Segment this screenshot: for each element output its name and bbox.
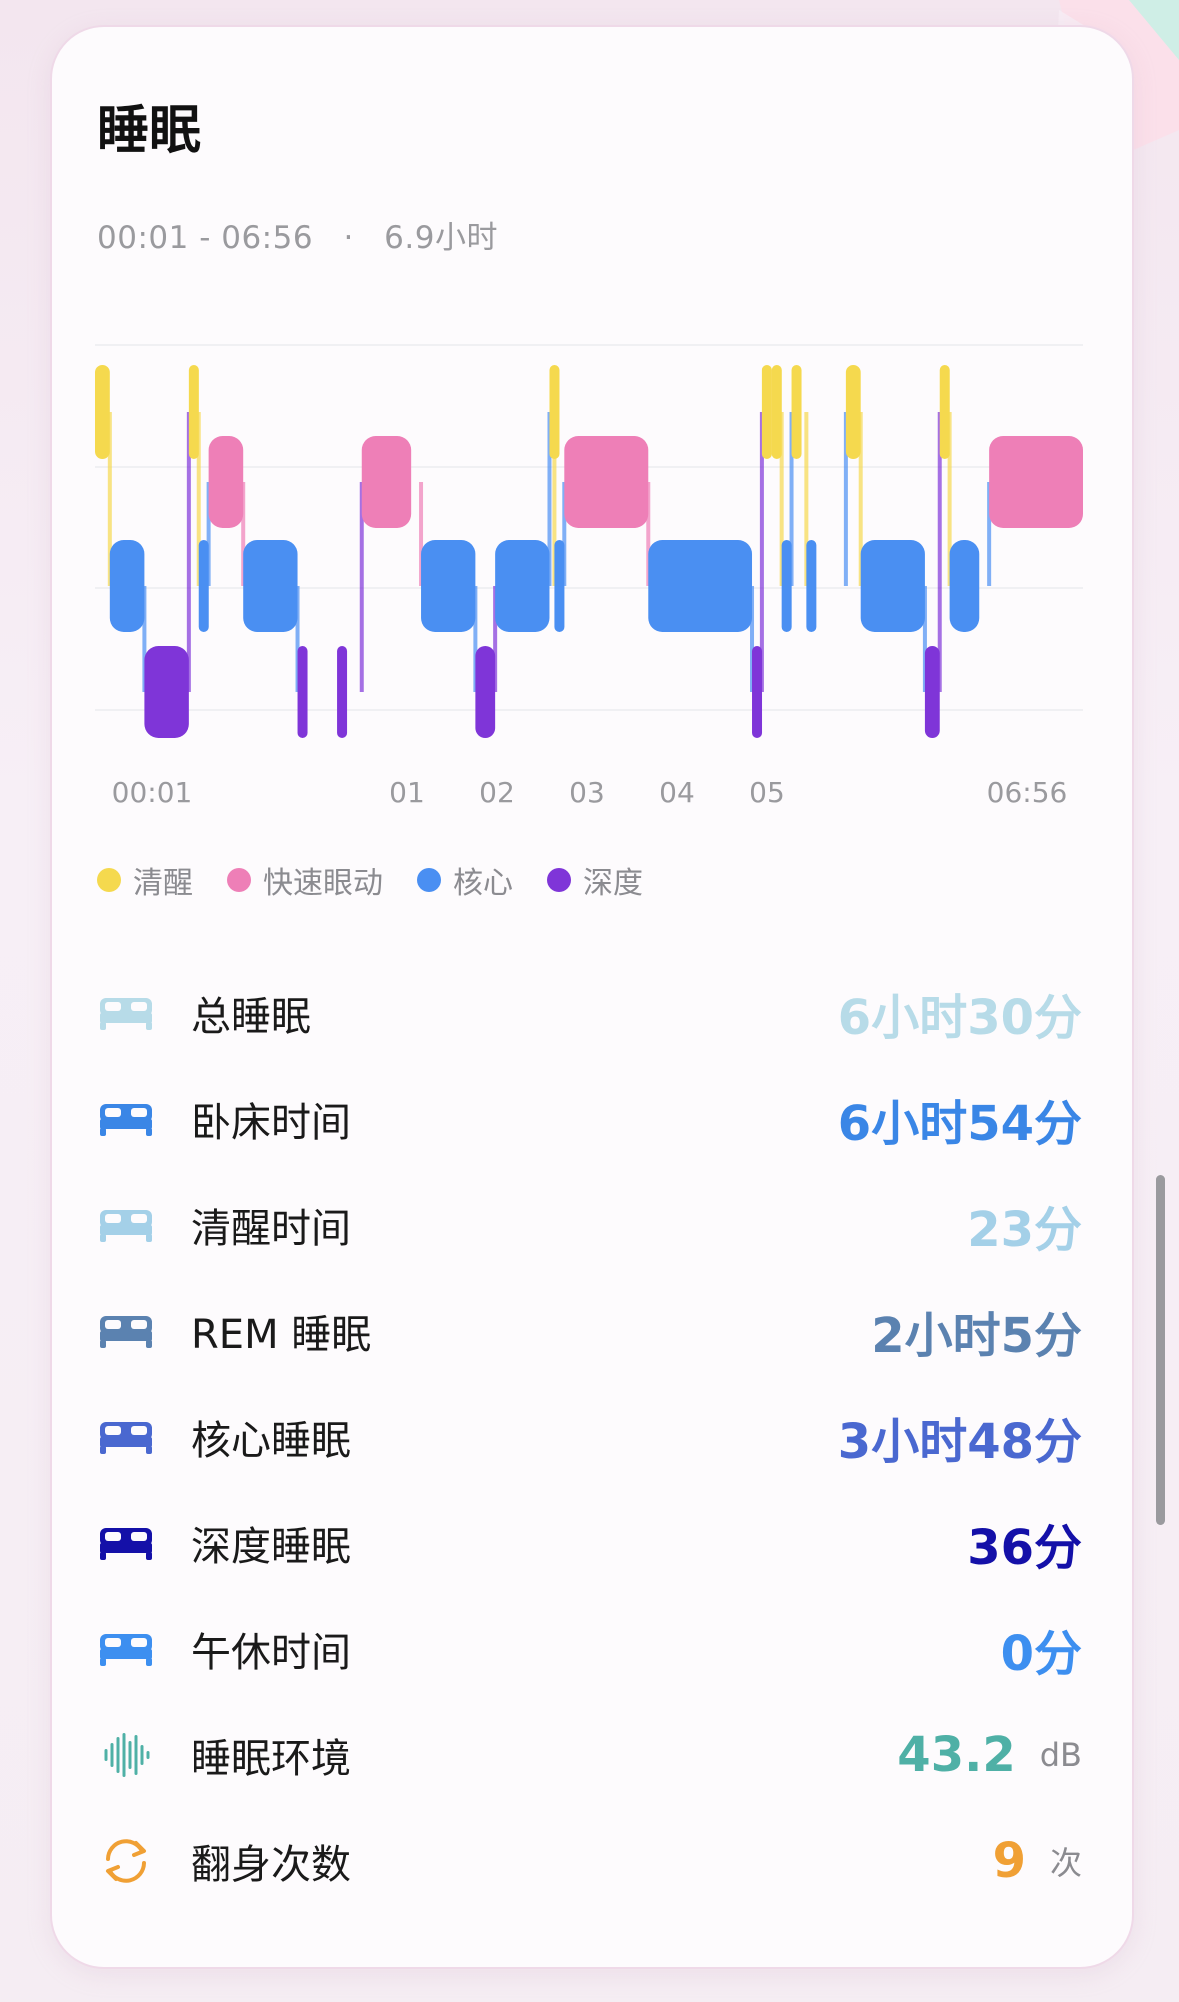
sleep-segment-awake xyxy=(95,365,110,459)
stat-label: 清醒时间 xyxy=(191,1206,351,1252)
sleep-time-summary: 00:01 - 06:56 · 6.9小时 xyxy=(97,212,498,257)
stat-value: 23分 xyxy=(967,1202,1082,1258)
sleep-segment-rem xyxy=(208,436,244,528)
stat-label: 总睡眠 xyxy=(191,994,311,1040)
sleep-segment-core xyxy=(949,540,980,632)
legend-item: 核心 xyxy=(417,858,513,902)
sleep-segment-core xyxy=(198,540,209,632)
stat-value: 9 xyxy=(992,1833,1026,1889)
sleep-segment-rem xyxy=(564,436,649,528)
sleep-segment-awake xyxy=(845,365,861,459)
bed-icon xyxy=(97,1414,155,1460)
x-tick-label: 05 xyxy=(749,776,785,809)
stat-label: 卧床时间 xyxy=(191,1100,351,1146)
scrollbar[interactable] xyxy=(1156,1175,1165,1525)
stat-row: 清醒时间 23分 xyxy=(97,1172,1082,1278)
sleep-segment-deep xyxy=(475,646,496,738)
rotate-icon xyxy=(97,1838,155,1884)
sleep-stats-list: 总睡眠 6小时30分 卧床时间 6小时54分 清醒时间 23分 REM 睡眠 2… xyxy=(97,960,1082,1914)
legend-color-dot xyxy=(97,868,121,892)
card-title: 睡眠 xyxy=(97,101,202,161)
stat-label: REM 睡眠 xyxy=(191,1312,372,1358)
legend-label: 深度 xyxy=(583,866,643,901)
bed-icon xyxy=(97,1202,155,1248)
sleep-segment-core xyxy=(806,540,817,632)
stat-label: 深度睡眠 xyxy=(191,1524,351,1570)
chart-legend: 清醒 快速眼动 核心 深度 xyxy=(97,855,677,905)
stat-row: 卧床时间 6小时54分 xyxy=(97,1066,1082,1172)
time-range: 00:01 - 06:56 xyxy=(97,220,314,256)
sleep-segment-deep xyxy=(924,646,940,738)
separator-dot: · xyxy=(343,220,354,256)
sleep-segment-core xyxy=(781,540,792,632)
legend-label: 快速眼动 xyxy=(263,866,383,901)
stat-row: 午休时间 0分 xyxy=(97,1596,1082,1702)
sleep-segment-deep xyxy=(297,646,308,738)
sleep-segment-awake xyxy=(771,365,782,459)
stat-label: 核心睡眠 xyxy=(191,1418,351,1464)
x-tick-label: 06:56 xyxy=(987,776,1068,809)
sleep-segment-awake xyxy=(939,365,950,459)
sleep-segment-core xyxy=(495,540,550,632)
sleep-duration: 6.9小时 xyxy=(384,220,498,256)
bed-icon xyxy=(97,990,155,1036)
sleep-segment-awake xyxy=(791,365,802,459)
sleep-segment-core xyxy=(109,540,145,632)
legend-label: 核心 xyxy=(453,866,513,901)
sleep-segment-core xyxy=(648,540,753,632)
sleep-segment-rem xyxy=(361,436,412,528)
legend-color-dot xyxy=(227,868,251,892)
bed-icon xyxy=(97,1626,155,1672)
legend-color-dot xyxy=(547,868,571,892)
x-tick-label: 03 xyxy=(569,776,605,809)
sleep-segment-awake xyxy=(761,365,772,459)
stat-label: 翻身次数 xyxy=(191,1842,351,1888)
sound-wave-icon xyxy=(97,1732,155,1778)
stat-unit: dB xyxy=(1039,1736,1082,1774)
stat-value: 2小时5分 xyxy=(871,1308,1082,1364)
sleep-segment-rem xyxy=(989,436,1083,528)
stat-value: 3小时48分 xyxy=(837,1414,1082,1470)
x-tick-label: 00:01 xyxy=(112,776,193,809)
sleep-segment-core xyxy=(421,540,476,632)
bed-icon xyxy=(97,1308,155,1354)
stat-row: 总睡眠 6小时30分 xyxy=(97,960,1082,1066)
legend-color-dot xyxy=(417,868,441,892)
bed-icon xyxy=(97,1096,155,1142)
sleep-segment-deep xyxy=(337,646,348,738)
stat-value: 6小时54分 xyxy=(837,1096,1082,1152)
sleep-segment-awake xyxy=(549,365,560,459)
stat-row: 睡眠环境 43.2 dB xyxy=(97,1702,1082,1808)
sleep-segment-deep xyxy=(752,646,763,738)
x-tick-label: 01 xyxy=(389,776,425,809)
stat-value: 0分 xyxy=(1000,1626,1082,1682)
sleep-stage-chart: 00:01 01 02 03 04 05 06:56 xyxy=(95,344,1083,809)
legend-item: 深度 xyxy=(547,858,643,902)
stat-value: 36分 xyxy=(967,1520,1082,1576)
sleep-segment-core xyxy=(243,540,298,632)
stat-label: 午休时间 xyxy=(191,1630,351,1676)
legend-item: 快速眼动 xyxy=(227,858,383,902)
stat-label: 睡眠环境 xyxy=(191,1736,351,1782)
stat-row: 深度睡眠 36分 xyxy=(97,1490,1082,1596)
stat-row: 核心睡眠 3小时48分 xyxy=(97,1384,1082,1490)
legend-item: 清醒 xyxy=(97,858,193,902)
legend-label: 清醒 xyxy=(133,866,193,901)
stat-unit: 次 xyxy=(1049,1844,1082,1882)
stat-value: 43.2 xyxy=(897,1727,1016,1783)
sleep-segment-core xyxy=(860,540,925,632)
bed-icon xyxy=(97,1520,155,1566)
x-tick-label: 02 xyxy=(479,776,515,809)
x-tick-label: 04 xyxy=(659,776,695,809)
sleep-segment-core xyxy=(554,540,565,632)
stat-value: 6小时30分 xyxy=(837,990,1082,1046)
sleep-segment-deep xyxy=(144,646,189,738)
stat-row: 翻身次数 9 次 xyxy=(97,1808,1082,1914)
stat-row: REM 睡眠 2小时5分 xyxy=(97,1278,1082,1384)
sleep-segment-awake xyxy=(188,365,199,459)
